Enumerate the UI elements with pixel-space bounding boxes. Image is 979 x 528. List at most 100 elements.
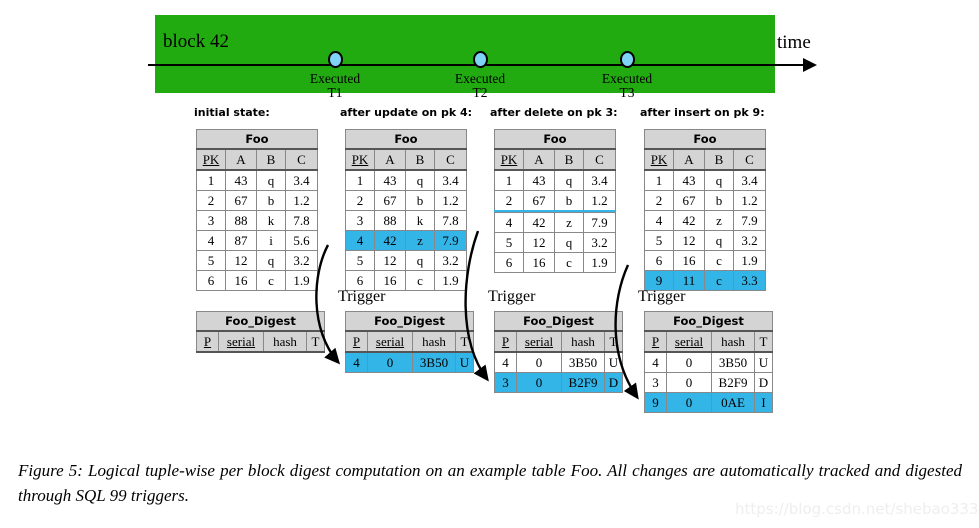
- digest-column-header: P: [196, 330, 219, 353]
- foo-cell: 42: [673, 210, 705, 231]
- foo-cell: 3.3: [733, 270, 766, 291]
- foo-cell: 12: [673, 230, 705, 251]
- timeline-event-line2: T2: [472, 85, 488, 100]
- column-caption-update: after update on pk 4:: [340, 106, 473, 119]
- foo-column-header: PK: [196, 148, 226, 171]
- foo-row: 1 43 q 3.4: [494, 169, 616, 191]
- foo-row: 5 12 q 3.2: [494, 232, 616, 253]
- foo-cell: c: [704, 270, 734, 291]
- digest-cell: U: [754, 351, 773, 373]
- column-caption-insert: after insert on pk 9:: [640, 106, 765, 119]
- foo-cell: 43: [225, 169, 257, 191]
- digest-header-row: Pserial hash T: [494, 330, 623, 353]
- foo-cell: c: [704, 250, 734, 271]
- foo-table-after-update: Foo PK A B C 1 43 q 3.4 2 67 b 1.2 3 88 k 7.8 4 42 z 7.9 5 12 q…: [345, 129, 467, 291]
- watermark: https://blog.csdn.net/shebao3333: [735, 500, 979, 518]
- foo-cell: c: [256, 270, 286, 291]
- digest-column-header: hash: [711, 330, 755, 353]
- time-axis-label: time: [777, 32, 811, 53]
- foo-row: 6 16 c 1.9: [196, 270, 318, 291]
- foo-cell: 43: [523, 169, 555, 191]
- foo-cell: 16: [673, 250, 705, 271]
- timeline-event-t3: Executed T3: [582, 51, 672, 100]
- timeline-dot-icon: [619, 51, 635, 68]
- foo-cell: b: [256, 190, 286, 211]
- foo-cell: z: [405, 230, 435, 251]
- foo-cell: 16: [523, 252, 555, 273]
- foo-row: 1 43 q 3.4: [196, 169, 318, 191]
- foo-cell: i: [256, 230, 286, 251]
- foo-cell: 3: [196, 210, 226, 231]
- timeline-event-line1: Executed: [454, 71, 506, 86]
- foo-cell: 5.6: [285, 230, 318, 251]
- digest-title-row: Foo_Digest: [196, 311, 325, 332]
- foo-column-header: C: [733, 148, 766, 171]
- digest-title-row: Foo_Digest: [644, 311, 773, 332]
- foo-cell: 6: [644, 250, 674, 271]
- foo-column-header: A: [225, 148, 257, 171]
- digest-title-row: Foo_Digest: [345, 311, 474, 332]
- foo-row: 5 12 q 3.2: [196, 250, 318, 271]
- foo-title: Foo: [494, 129, 616, 150]
- digest-cell: 4: [644, 351, 667, 373]
- digest-table-after-delete: Foo_Digest Pserial hash T 4 0 3B50 U 3 0 B2F9 D: [494, 311, 623, 393]
- digest-row: 4 0 3B50 U: [345, 351, 474, 373]
- foo-cell: 1.9: [583, 252, 616, 273]
- digest-table-initial: Foo_Digest Pserial hash T: [196, 311, 325, 353]
- foo-cell: k: [405, 210, 435, 231]
- timeline-event-label: Executed T1: [290, 72, 380, 100]
- timeline-dot-icon: [327, 51, 343, 68]
- foo-cell: q: [405, 169, 435, 191]
- digest-table-after-update: Foo_Digest Pserial hash T 4 0 3B50 U: [345, 311, 474, 373]
- foo-cell: 3.4: [583, 169, 616, 191]
- digest-cell: U: [604, 351, 623, 373]
- digest-cell: 4: [345, 351, 368, 373]
- foo-cell: 2: [644, 190, 674, 211]
- foo-cell: 4: [345, 230, 375, 251]
- foo-title: Foo: [196, 129, 318, 150]
- foo-cell: 1: [196, 169, 226, 191]
- digest-column-header: hash: [263, 330, 307, 353]
- foo-row: 1 43 q 3.4: [345, 169, 467, 191]
- foo-cell: q: [554, 169, 584, 191]
- foo-cell: 1: [644, 169, 674, 191]
- foo-cell: 1.2: [583, 190, 616, 212]
- digest-cell: B2F9: [711, 372, 755, 393]
- digest-column-header: T: [455, 330, 474, 353]
- digest-column-header: P: [644, 330, 667, 353]
- foo-cell: 88: [225, 210, 257, 231]
- foo-cell: z: [704, 210, 734, 231]
- digest-column-header: T: [306, 330, 325, 353]
- foo-row: 6 16 c 1.9: [644, 250, 766, 271]
- digest-cell: 0: [666, 392, 712, 413]
- foo-column-header: B: [554, 148, 584, 171]
- foo-cell: 3.2: [434, 250, 467, 271]
- digest-title-row: Foo_Digest: [494, 311, 623, 332]
- digest-cell: 9: [644, 392, 667, 413]
- foo-cell: 6: [196, 270, 226, 291]
- timeline-event-line2: T1: [327, 85, 343, 100]
- foo-column-header: B: [405, 148, 435, 171]
- timeline-arrow-icon: [803, 58, 817, 72]
- timeline-event-line1: Executed: [601, 71, 653, 86]
- foo-cell: q: [554, 232, 584, 253]
- digest-header-row: Pserial hash T: [345, 330, 474, 353]
- foo-cell: 12: [374, 250, 406, 271]
- foo-cell: 4: [494, 212, 524, 233]
- digest-cell: I: [754, 392, 773, 413]
- foo-column-header: A: [374, 148, 406, 171]
- foo-row: 2 67 b 1.2: [196, 190, 318, 211]
- foo-cell: 43: [673, 169, 705, 191]
- foo-header-row: PK A B C: [494, 148, 616, 171]
- foo-cell: 3.2: [285, 250, 318, 271]
- digest-cell: 3: [494, 372, 517, 393]
- foo-cell: 3: [345, 210, 375, 231]
- foo-cell: 4: [196, 230, 226, 251]
- foo-table-after-delete: Foo PK A B C 1 43 q 3.4 2 67 b 1.2 4 42 z 7.9 5 12 q 3.2 6 16 c…: [494, 129, 616, 273]
- digest-column-header: P: [345, 330, 368, 353]
- foo-cell: 16: [225, 270, 257, 291]
- timeline-event-t1: Executed T1: [290, 51, 380, 100]
- digest-row: 3 0 B2F9 D: [494, 372, 623, 393]
- foo-row: 6 16 c 1.9: [494, 252, 616, 273]
- timeline-event-line1: Executed: [309, 71, 361, 86]
